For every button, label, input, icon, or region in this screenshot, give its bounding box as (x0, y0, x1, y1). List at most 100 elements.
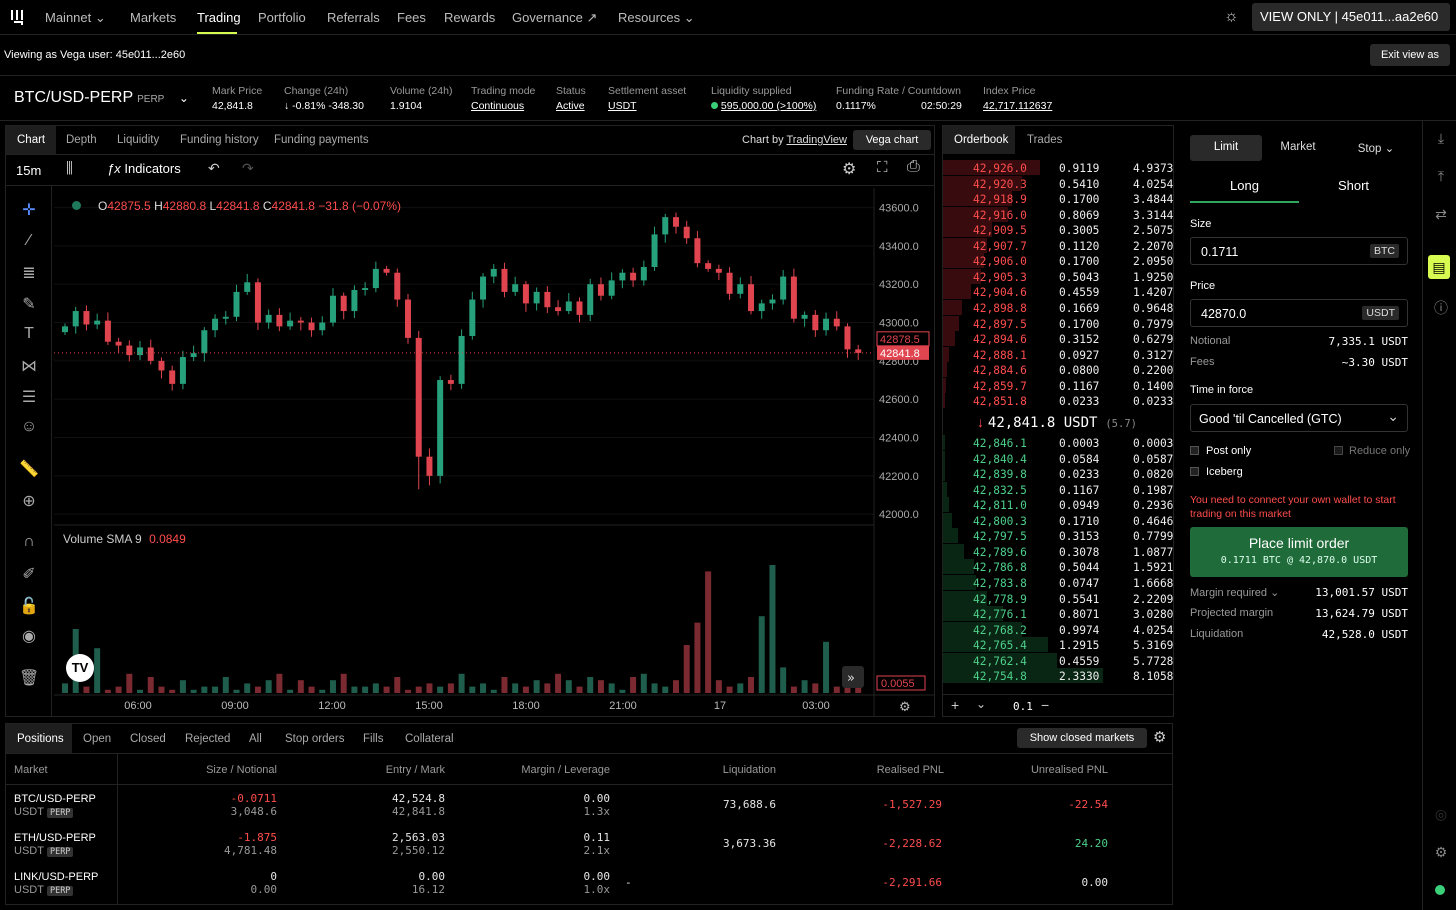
tif-select[interactable]: Good 'til Cancelled (GTC) ⌄ (1190, 404, 1408, 432)
order-type-market[interactable]: Market (1262, 141, 1334, 153)
ask-row[interactable]: 42,904.6 0.4559 1.4207 (943, 284, 1173, 300)
fib-icon[interactable]: ≣ (19, 263, 39, 283)
iceberg-checkbox[interactable] (1190, 467, 1199, 476)
nav-resources[interactable]: Resources ⌄ (618, 10, 695, 26)
view-only-button[interactable]: VIEW ONLY | 45e011...aa2e60 (1252, 3, 1450, 31)
emoji-icon[interactable]: ☺ (19, 418, 39, 438)
bid-row[interactable]: 42,811.0 0.0949 0.2936 (943, 497, 1173, 513)
bid-row[interactable]: 42,800.3 0.1710 0.4646 (943, 512, 1173, 529)
nav-fees[interactable]: Fees (397, 10, 426, 25)
withdraw-icon[interactable]: ⤒ (1433, 168, 1449, 184)
undo-icon[interactable]: ↶ (208, 160, 220, 177)
price-chart[interactable]: 43600.043400.043200.043000.042800.042600… (54, 188, 934, 716)
ruler-icon[interactable]: 📏 (19, 459, 39, 479)
settlement-asset-link[interactable]: USDT (608, 100, 686, 112)
vega-chart-button[interactable]: Vega chart (853, 130, 931, 150)
bid-row[interactable]: 42,765.4 1.2915 5.3169 (943, 637, 1173, 653)
vega-logo-icon[interactable] (10, 8, 26, 26)
order-type-stop[interactable]: Stop ⌄ (1340, 141, 1412, 155)
indicators-button[interactable]: ƒx Indicators (107, 161, 181, 176)
bid-row[interactable]: 42,786.8 0.5044 1.5921 (943, 559, 1173, 575)
bid-row[interactable]: 42,778.9 0.5541 2.2209 (943, 590, 1173, 607)
place-order-button[interactable]: Place limit order 0.1711 BTC @ 42,870.0 … (1190, 527, 1408, 577)
tab-funding-payments[interactable]: Funding payments (274, 134, 369, 146)
tab-open[interactable]: Open (83, 733, 111, 745)
bid-row[interactable]: 42,776.1 0.8071 3.0280 (943, 606, 1173, 622)
ask-row[interactable]: 42,894.6 0.3152 0.6279 (943, 331, 1173, 347)
deal-ticket-icon[interactable]: ▤ (1428, 255, 1450, 279)
interval-selector[interactable]: 15m (16, 163, 41, 178)
plus-icon[interactable]: + (951, 697, 959, 713)
ask-row[interactable]: 42,884.6 0.0800 0.2200 (943, 362, 1173, 378)
bid-row[interactable]: 42,840.4 0.0584 0.0587 (943, 450, 1173, 467)
reduce-only-checkbox[interactable] (1334, 446, 1343, 455)
text-icon[interactable]: T (19, 325, 39, 345)
minus-icon[interactable]: − (1041, 697, 1049, 713)
settings-gear-icon[interactable]: ⚙ (1153, 728, 1166, 746)
bid-row[interactable]: 42,783.8 0.0747 1.6668 (943, 574, 1173, 591)
theme-toggle-icon[interactable]: ☼ (1224, 8, 1239, 26)
eye-icon[interactable]: ◎ (1433, 806, 1449, 822)
tab-orderbook[interactable]: Orderbook (954, 134, 1008, 146)
fullscreen-icon[interactable]: ⛶ (877, 159, 888, 176)
ask-row[interactable]: 42,918.9 0.1700 3.4844 (943, 191, 1173, 207)
info-icon[interactable]: ⓘ (1433, 298, 1449, 316)
ask-row[interactable]: 42,851.8 0.0233 0.0233 (943, 393, 1173, 409)
table-row[interactable]: LINK/USD-PERP USDT PERP 0 0.00 0.00 16.12 0.00 1… (6, 863, 1172, 902)
resolution-value[interactable]: 0.1 (1013, 700, 1033, 713)
post-only-checkbox[interactable] (1190, 446, 1199, 455)
redo-icon[interactable]: ↷ (242, 160, 254, 177)
table-row[interactable]: ETH/USD-PERP USDT PERP -1.875 4,781.48 2,563.… (6, 824, 1172, 863)
bid-row[interactable]: 42,846.1 0.0003 0.0003 (943, 435, 1173, 451)
bid-row[interactable]: 42,832.5 0.1167 0.1987 (943, 481, 1173, 498)
bid-row[interactable]: 42,839.8 0.0233 0.0820 (943, 466, 1173, 482)
nav-governance[interactable]: Governance ↗ (512, 10, 597, 26)
trend-line-icon[interactable]: ⁄ (19, 232, 39, 252)
tradingview-logo-icon[interactable]: TV (66, 654, 94, 682)
price-input[interactable]: 42870.0 USDT (1190, 299, 1408, 327)
crosshair-icon[interactable]: ✛ (19, 200, 39, 220)
tab-positions[interactable]: Positions (17, 733, 64, 745)
ask-row[interactable]: 42,897.5 0.1700 0.7979 (943, 315, 1173, 332)
settings-gear-icon[interactable]: ⚙ (842, 159, 856, 179)
ask-row[interactable]: 42,916.0 0.8069 3.3144 (943, 206, 1173, 223)
bid-row[interactable]: 42,762.4 0.4559 5.7728 (943, 652, 1173, 669)
scroll-right-icon[interactable]: » (847, 671, 855, 686)
bid-row[interactable]: 42,789.6 0.3078 1.0877 (943, 543, 1173, 560)
ask-row[interactable]: 42,906.0 0.1700 2.0950 (943, 253, 1173, 269)
bid-row[interactable]: 42,754.8 2.3330 8.1058 (943, 668, 1173, 684)
pattern-icon[interactable]: ⋈ (19, 356, 39, 376)
tab-funding-history[interactable]: Funding history (180, 134, 259, 146)
ask-row[interactable]: 42,926.0 0.9119 4.9373 (943, 160, 1173, 176)
lock-icon[interactable]: 🔓 (19, 596, 39, 616)
tab-chart[interactable]: Chart (17, 134, 45, 146)
tab-depth[interactable]: Depth (66, 134, 97, 146)
brush-icon[interactable]: ✎ (19, 294, 39, 314)
market-selector[interactable]: BTC/USD-PERP PERP ⌄ (14, 89, 189, 107)
size-input[interactable]: 0.1711 BTC (1190, 237, 1408, 265)
tab-closed[interactable]: Closed (130, 733, 166, 745)
bid-row[interactable]: 42,768.2 0.9974 4.0254 (943, 621, 1173, 638)
ask-row[interactable]: 42,859.7 0.1167 0.1400 (943, 377, 1173, 394)
scale-settings-icon[interactable]: ⚙ (899, 700, 911, 715)
forecast-icon[interactable]: ☰ (19, 387, 39, 407)
trading-mode-link[interactable]: Continuous (471, 100, 535, 112)
camera-icon[interactable]: ⎙ (907, 158, 920, 176)
side-long[interactable]: Long (1190, 178, 1299, 193)
tradingview-link[interactable]: TradingView (786, 134, 847, 146)
chevron-down-icon[interactable]: ⌄ (976, 697, 986, 711)
trash-icon[interactable]: 🗑 (19, 668, 39, 688)
deposit-icon[interactable]: ⤓ (1433, 130, 1449, 146)
nav-rewards[interactable]: Rewards (444, 10, 495, 25)
nav-portfolio[interactable]: Portfolio (258, 10, 306, 25)
visibility-dot-icon[interactable] (72, 201, 81, 210)
tab-liquidity[interactable]: Liquidity (117, 134, 159, 146)
ask-row[interactable]: 42,898.8 0.1669 0.9648 (943, 299, 1173, 316)
settings-gear-icon[interactable]: ⚙ (1433, 844, 1449, 860)
magnet-icon[interactable]: ∩ (19, 533, 39, 553)
ask-row[interactable]: 42,907.7 0.1120 2.2070 (943, 237, 1173, 254)
order-type-limit[interactable]: Limit (1190, 141, 1262, 153)
bid-row[interactable]: 42,797.5 0.3153 0.7799 (943, 528, 1173, 544)
zoom-in-icon[interactable]: ⊕ (19, 491, 39, 511)
side-short[interactable]: Short (1299, 178, 1408, 193)
